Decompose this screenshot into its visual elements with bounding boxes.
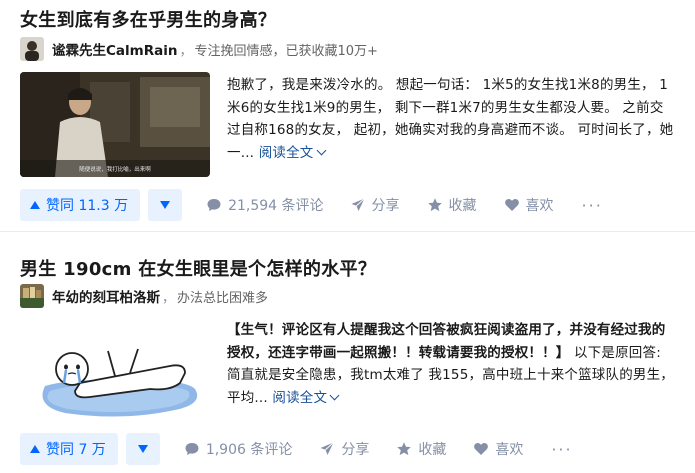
collect-label: 收藏 <box>418 442 447 458</box>
answer-excerpt[interactable]: 【生气！评论区有人提醒我这个回答被疯狂阅读盗用了，并没有经过我的授权，还连字带画… <box>227 319 675 409</box>
divider <box>0 231 695 232</box>
author-name[interactable]: 谧霖先生CalmRain <box>52 39 177 59</box>
feed-item: 男生 190cm 在女生眼里是个怎样的水平？ 年幼的刻耳柏洛斯 ， 办法总比困难… <box>0 233 695 473</box>
answer-thumbnail[interactable]: 随便说说，我打比喻，出来啊 <box>20 72 210 177</box>
triangle-up-icon <box>30 201 40 209</box>
upvote-button[interactable]: 赞同 11.3 万 <box>20 189 141 221</box>
collect-button[interactable]: 收藏 <box>427 195 477 215</box>
answer-excerpt[interactable]: 抱歉了，我是来泼冷水的。 想起一句话： 1米5的女生找1米8的男生， 1米6的女… <box>227 74 675 164</box>
share-button[interactable]: 分享 <box>319 439 369 459</box>
comment-icon <box>207 199 221 211</box>
chevron-down-icon <box>329 390 340 400</box>
comment-button[interactable]: 21,594 条评论 <box>206 195 324 215</box>
answer-thumbnail[interactable] <box>20 321 210 421</box>
upvote-button[interactable]: 赞同 7 万 <box>20 433 118 465</box>
avatar[interactable] <box>20 37 44 61</box>
separator: ， <box>179 43 193 59</box>
triangle-up-icon <box>30 445 40 453</box>
share-label: 分享 <box>341 442 370 458</box>
action-bar: 赞同 7 万 1,906 条评论 分享 收藏 喜欢 ··· <box>20 433 573 465</box>
heart-icon <box>474 442 489 455</box>
downvote-button[interactable] <box>125 433 160 465</box>
star-icon <box>427 198 442 212</box>
like-button[interactable]: 喜欢 <box>504 195 554 215</box>
heart-icon <box>504 198 519 211</box>
like-label: 喜欢 <box>495 442 524 458</box>
triangle-down-icon <box>160 201 171 209</box>
read-more-label: 阅读全文 <box>258 144 314 161</box>
read-more-link[interactable]: 阅读全文 <box>272 389 340 406</box>
more-button[interactable]: ··· <box>551 440 572 459</box>
comment-icon <box>185 443 199 455</box>
read-more-label: 阅读全文 <box>272 389 328 406</box>
question-title[interactable]: 女生到底有多在乎男生的身高？ <box>20 6 276 32</box>
action-bar: 赞同 11.3 万 21,594 条评论 分享 收藏 喜欢 ··· <box>20 189 603 221</box>
star-icon <box>397 442 412 456</box>
share-icon <box>320 442 335 455</box>
author-bio: 专注挽回情感，已获收藏10万+ <box>194 43 378 59</box>
author-info: 年幼的刻耳柏洛斯 ， 办法总比困难多 <box>20 284 268 308</box>
triangle-down-icon <box>137 445 148 453</box>
collect-label: 收藏 <box>448 198 477 214</box>
read-more-link[interactable]: 阅读全文 <box>258 144 326 161</box>
separator: ， <box>162 290 176 306</box>
author-name[interactable]: 年幼的刻耳柏洛斯 <box>52 286 160 306</box>
like-label: 喜欢 <box>525 198 554 214</box>
author-bio: 办法总比困难多 <box>177 290 269 306</box>
comment-count: 21,594 条评论 <box>228 198 324 214</box>
comment-count: 1,906 条评论 <box>205 442 293 458</box>
downvote-button[interactable] <box>148 189 183 221</box>
upvote-label: 赞同 11.3 万 <box>46 198 129 214</box>
feed-item: 女生到底有多在乎男生的身高？ 谧霖先生CalmRain ， 专注挽回情感，已获收… <box>0 0 695 233</box>
chevron-down-icon <box>316 145 326 155</box>
share-label: 分享 <box>371 198 400 214</box>
avatar[interactable] <box>20 284 44 308</box>
thumbnail-caption: 随便说说，我打比喻，出来啊 <box>79 167 151 173</box>
collect-button[interactable]: 收藏 <box>396 439 446 459</box>
question-title[interactable]: 男生 190cm 在女生眼里是个怎样的水平？ <box>20 255 376 281</box>
comment-button[interactable]: 1,906 条评论 <box>184 439 293 459</box>
upvote-label: 赞同 7 万 <box>46 442 106 458</box>
like-button[interactable]: 喜欢 <box>473 439 523 459</box>
author-info: 谧霖先生CalmRain ， 专注挽回情感，已获收藏10万+ <box>20 37 378 61</box>
share-button[interactable]: 分享 <box>350 195 400 215</box>
more-button[interactable]: ··· <box>582 196 603 215</box>
share-icon <box>351 198 365 211</box>
